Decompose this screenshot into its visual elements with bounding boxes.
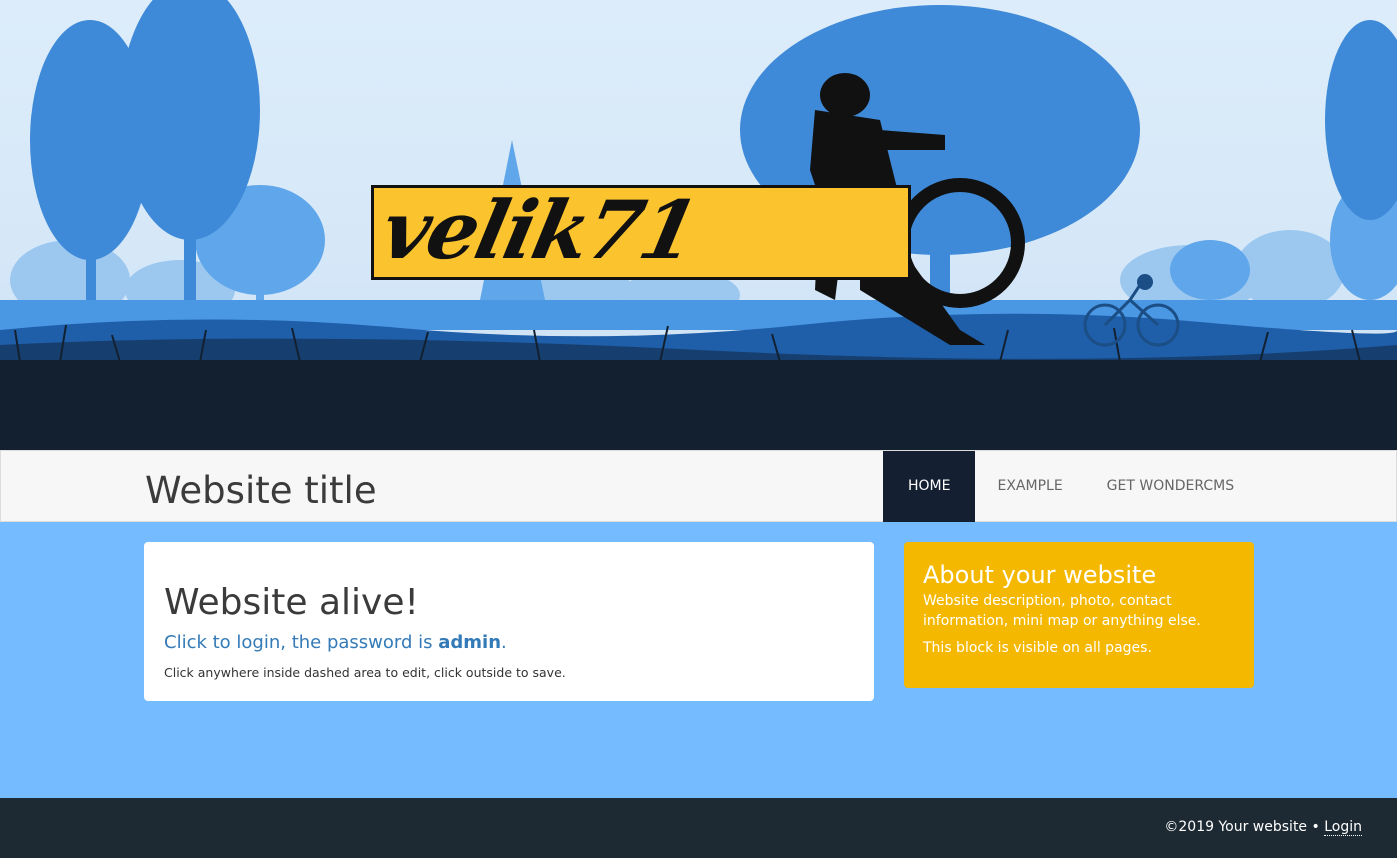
nav-item-get-wondercms[interactable]: GET WONDERCMS: [1085, 451, 1256, 522]
footer-login-link[interactable]: Login: [1324, 819, 1362, 836]
footer: ©2019 Your website • Login: [0, 798, 1397, 858]
navbar: Website title HOME EXAMPLE GET WONDERCMS: [0, 450, 1397, 522]
footer-separator: •: [1307, 819, 1325, 835]
edit-hint: Click anywhere inside dashed area to edi…: [164, 665, 566, 680]
nav-item-example[interactable]: EXAMPLE: [975, 451, 1084, 522]
login-suffix: .: [501, 632, 507, 653]
login-link[interactable]: Click to login, the password is admin.: [164, 632, 507, 653]
site-logo: velik71: [371, 183, 911, 280]
sidebar-note: This block is visible on all pages.: [923, 640, 1152, 656]
page-heading: Website alive!: [164, 582, 419, 623]
sidebar-description: Website description, photo, contact info…: [923, 593, 1201, 629]
header-banner: velik71: [0, 0, 1397, 450]
sidebar-heading: About your website: [923, 561, 1157, 589]
login-password: admin: [438, 632, 502, 653]
footer-copyright: ©2019 Your website: [1164, 819, 1308, 835]
nav-item-home[interactable]: HOME: [883, 451, 976, 522]
logo-text: velik71: [374, 183, 705, 277]
footer-text: ©2019 Your website • Login: [1164, 819, 1362, 836]
main-content-card: Website alive! Click to login, the passw…: [144, 542, 874, 701]
main-nav: HOME EXAMPLE GET WONDERCMS: [883, 451, 1256, 522]
about-sidebar: About your website Website description, …: [904, 542, 1254, 688]
site-title[interactable]: Website title: [145, 469, 377, 512]
login-prefix: Click to login, the password is: [164, 632, 439, 653]
